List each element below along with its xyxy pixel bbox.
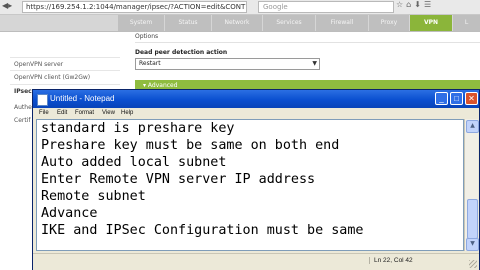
tab-network[interactable]: Network bbox=[212, 15, 263, 31]
cursor-position: Ln 22, Col 42 bbox=[369, 257, 413, 264]
router-nav: System Status Network Services Firewall … bbox=[0, 15, 480, 32]
tab-proxy[interactable]: Proxy bbox=[369, 15, 410, 31]
text-line: Remote subnet bbox=[41, 189, 146, 204]
side-item-authentication[interactable]: Authe bbox=[14, 104, 32, 111]
text-line: Advance bbox=[41, 206, 98, 221]
minimize-button[interactable]: _ bbox=[435, 92, 448, 105]
divider bbox=[10, 70, 120, 71]
chevron-down-icon: ▼ bbox=[312, 60, 317, 67]
tab-vpn[interactable]: VPN bbox=[410, 15, 453, 31]
notepad-title-bar[interactable]: Untitled - Notepad _ □ ✕ bbox=[33, 90, 479, 108]
dpd-label: Dead peer detection action bbox=[135, 49, 228, 56]
side-item-certificates[interactable]: Certif bbox=[14, 117, 30, 124]
menu-format[interactable]: Format bbox=[75, 108, 94, 118]
side-item-openvpn-client[interactable]: OpenVPN client (Gw2Gw) bbox=[14, 74, 90, 81]
scroll-thumb[interactable] bbox=[467, 199, 478, 239]
notepad-text-area[interactable]: standard is preshare key Preshare key mu… bbox=[36, 119, 464, 251]
notepad-title: Untitled - Notepad bbox=[50, 94, 115, 103]
notepad-icon bbox=[37, 94, 48, 106]
tab-status[interactable]: Status bbox=[165, 15, 212, 31]
text-line: Auto added local subnet bbox=[41, 155, 227, 170]
text-line: standard is preshare key bbox=[41, 121, 235, 136]
browser-toolbar: ◀▸ https://169.254.1.2:1044/manager/ipse… bbox=[0, 0, 480, 15]
notepad-status-bar: Ln 22, Col 42 bbox=[33, 253, 479, 270]
menu-edit[interactable]: Edit bbox=[57, 108, 67, 118]
resize-grip-icon[interactable] bbox=[469, 260, 477, 268]
back-icon[interactable]: ◀▸ bbox=[2, 1, 12, 10]
dpd-select[interactable]: Restart ▼ bbox=[135, 58, 320, 70]
side-item-openvpn-server[interactable]: OpenVPN server bbox=[14, 61, 63, 68]
address-bar[interactable]: https://169.254.1.2:1044/manager/ipsec/?… bbox=[22, 1, 247, 13]
notepad-menu-bar: File Edit Format View Help bbox=[33, 108, 479, 118]
tab-services[interactable]: Services bbox=[263, 15, 316, 31]
scroll-down-icon[interactable]: ▼ bbox=[466, 238, 479, 251]
tab-l[interactable]: L bbox=[453, 15, 480, 31]
menu-view[interactable]: View bbox=[102, 108, 115, 118]
menu-file[interactable]: File bbox=[39, 108, 49, 118]
close-button[interactable]: ✕ bbox=[465, 92, 478, 105]
text-line: Preshare key must be same on both end bbox=[41, 138, 340, 153]
tab-system[interactable]: System bbox=[118, 15, 165, 31]
maximize-button[interactable]: □ bbox=[450, 92, 463, 105]
tab-firewall[interactable]: Firewall bbox=[316, 15, 369, 31]
divider bbox=[135, 42, 480, 43]
text-line: IKE and IPSec Configuration must be same bbox=[41, 223, 364, 238]
side-item-ipsec[interactable]: IPsec bbox=[14, 88, 32, 95]
browser-search-input[interactable]: Google bbox=[258, 1, 394, 13]
browser-toolbar-icons[interactable]: ☆⌂⬇☰ bbox=[396, 0, 434, 9]
notepad-window: Untitled - Notepad _ □ ✕ File Edit Forma… bbox=[32, 89, 480, 270]
menu-help[interactable]: Help bbox=[121, 108, 133, 118]
divider bbox=[10, 84, 120, 85]
divider bbox=[10, 57, 120, 58]
vertical-scrollbar[interactable]: ▲ ▼ bbox=[464, 119, 479, 251]
dpd-select-value: Restart bbox=[139, 60, 161, 67]
scroll-up-icon[interactable]: ▲ bbox=[466, 120, 479, 133]
text-line: Enter Remote VPN server IP address bbox=[41, 172, 316, 187]
options-heading: Options bbox=[135, 33, 159, 40]
